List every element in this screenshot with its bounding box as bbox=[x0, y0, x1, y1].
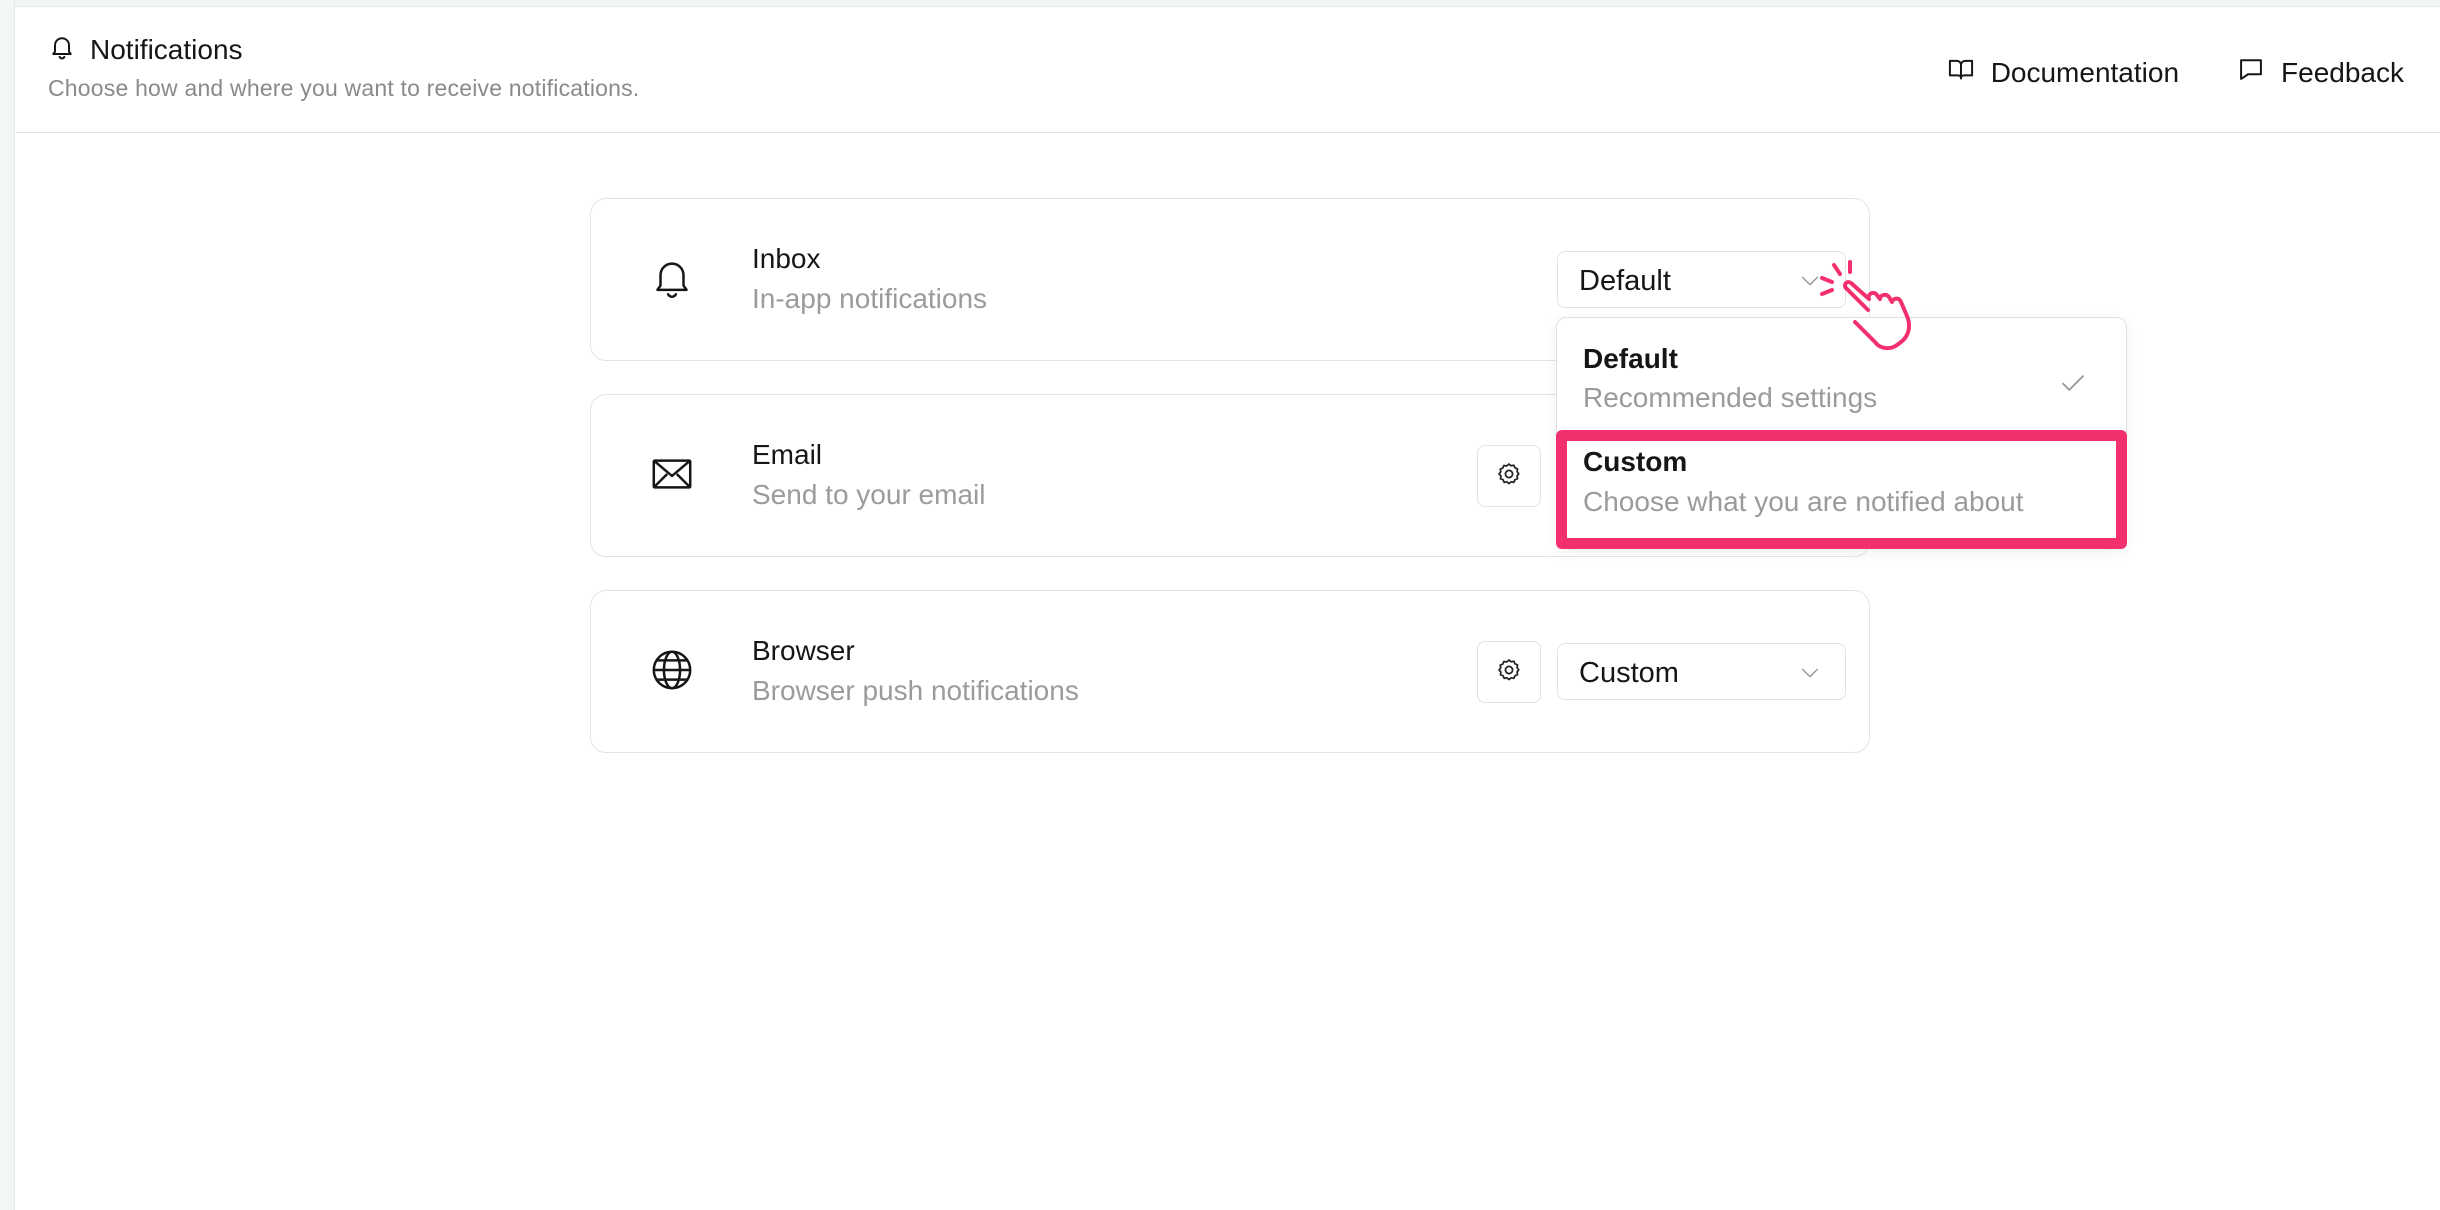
option-description: Recommended settings bbox=[1583, 382, 1878, 413]
channel-card-browser: Browser Browser push notifications Custo… bbox=[590, 590, 1870, 753]
check-icon bbox=[2058, 368, 2088, 403]
gear-icon bbox=[1496, 461, 1522, 492]
browser-mode-select[interactable]: Custom bbox=[1557, 643, 1846, 700]
window-left-border bbox=[0, 0, 15, 1210]
book-icon bbox=[1947, 55, 1975, 90]
gear-icon bbox=[1496, 657, 1522, 688]
select-value: Default bbox=[1579, 265, 1671, 297]
documentation-link[interactable]: Documentation bbox=[1947, 55, 2179, 90]
channel-description: In-app notifications bbox=[752, 283, 988, 314]
chevron-down-icon bbox=[1799, 662, 1821, 689]
page-title: Notifications bbox=[90, 33, 243, 65]
inbox-mode-select[interactable]: Default bbox=[1557, 251, 1846, 308]
channel-name: Browser bbox=[752, 635, 855, 666]
channel-description: Browser push notifications bbox=[752, 675, 1079, 706]
page-title-row: Notifications bbox=[48, 33, 243, 66]
select-value: Custom bbox=[1579, 657, 1679, 689]
message-icon bbox=[2237, 55, 2265, 90]
channel-name: Inbox bbox=[752, 243, 821, 274]
feedback-label: Feedback bbox=[2281, 56, 2404, 88]
page-header: Notifications Choose how and where you w… bbox=[16, 7, 2440, 133]
email-settings-button[interactable] bbox=[1477, 445, 1541, 507]
bell-icon bbox=[649, 255, 695, 301]
option-label: Default bbox=[1583, 343, 1678, 374]
header-links: Documentation Feedback bbox=[1947, 55, 2404, 90]
documentation-label: Documentation bbox=[1990, 56, 2180, 88]
bell-icon bbox=[48, 33, 76, 66]
envelope-icon bbox=[649, 451, 695, 497]
channel-description: Send to your email bbox=[752, 479, 986, 510]
option-label: Custom bbox=[1583, 446, 1688, 477]
globe-icon bbox=[649, 647, 695, 693]
dropdown-option-custom[interactable]: Custom Choose what you are notified abou… bbox=[1557, 428, 2126, 550]
pointer-hand-icon bbox=[1818, 258, 1928, 358]
window-top-border bbox=[0, 0, 2440, 7]
option-description: Choose what you are notified about bbox=[1583, 486, 2024, 517]
feedback-link[interactable]: Feedback bbox=[2237, 55, 2404, 90]
channel-name: Email bbox=[752, 439, 823, 470]
browser-settings-button[interactable] bbox=[1477, 641, 1541, 703]
page-subtitle: Choose how and where you want to receive… bbox=[48, 75, 640, 101]
